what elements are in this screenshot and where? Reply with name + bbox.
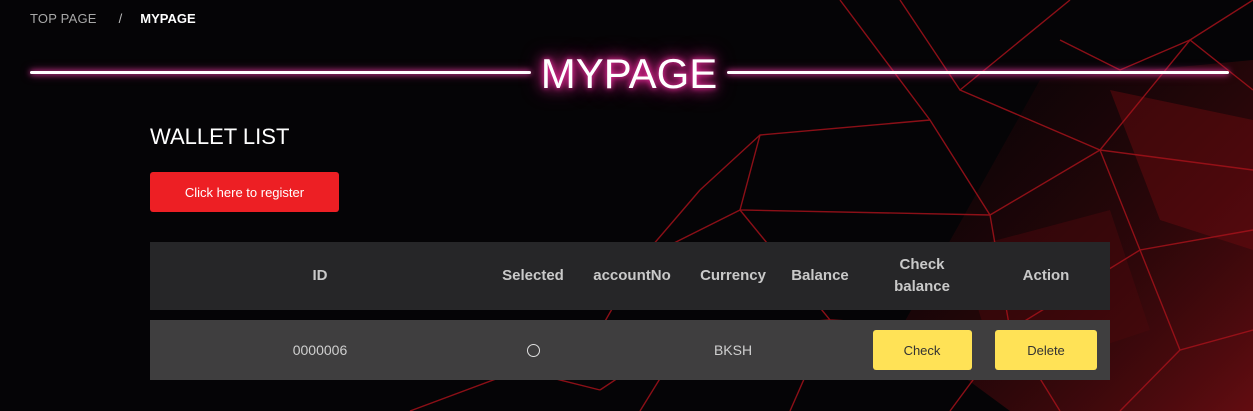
- column-header-id: ID: [312, 267, 328, 284]
- column-header-action: Action: [1022, 267, 1070, 284]
- title-divider-right: [727, 71, 1229, 74]
- selected-cell: [490, 320, 576, 380]
- column-header-check-balance: Check balance: [862, 242, 982, 310]
- register-wallet-button[interactable]: Click here to register: [150, 172, 339, 212]
- check-balance-button[interactable]: Check: [872, 330, 972, 370]
- wallet-table-header: ID Selected accountNo Currency Balance C…: [150, 242, 1110, 310]
- column-header-account-no: accountNo: [593, 267, 671, 284]
- wallet-id-cell: 0000006: [292, 342, 348, 358]
- breadcrumb-home-link[interactable]: TOP PAGE: [30, 11, 97, 26]
- balance-cell: [778, 320, 862, 380]
- account-no-cell: [576, 320, 688, 380]
- breadcrumb-current: MYPAGE: [140, 10, 196, 26]
- title-divider-left: [30, 71, 531, 74]
- breadcrumb-separator: /: [118, 10, 123, 26]
- column-header-check-balance-line1: Check: [899, 256, 945, 273]
- table-row: 0000006 BKSH Check Delete: [150, 320, 1110, 380]
- column-header-selected: Selected: [502, 267, 564, 284]
- column-header-check-balance-line2: balance: [894, 278, 950, 295]
- delete-wallet-button[interactable]: Delete: [995, 330, 1097, 370]
- radio-empty-icon[interactable]: [526, 343, 540, 357]
- column-header-balance: Balance: [791, 267, 849, 284]
- page-title: MYPAGE: [540, 50, 718, 97]
- wallet-list-heading: WALLET LIST: [150, 124, 290, 149]
- breadcrumb: TOP PAGE / MYPAGE: [30, 9, 196, 27]
- currency-cell: BKSH: [713, 342, 753, 358]
- column-header-currency: Currency: [700, 267, 766, 284]
- action-cell: Delete: [982, 320, 1110, 380]
- check-balance-cell: Check: [862, 320, 982, 380]
